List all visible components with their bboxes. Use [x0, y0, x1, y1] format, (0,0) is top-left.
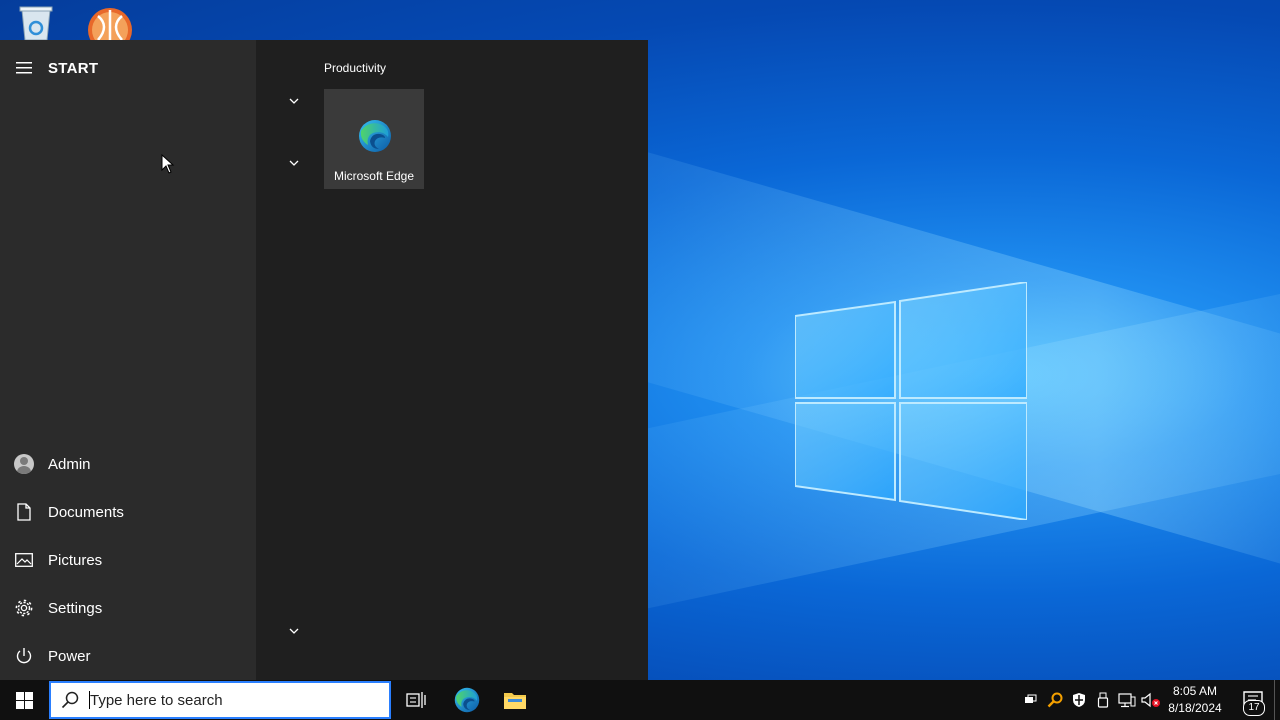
mouse-cursor-icon [161, 154, 175, 174]
show-desktop-button[interactable] [1274, 680, 1280, 720]
recycle-bin-icon[interactable] [14, 4, 58, 40]
chevron-down-icon [289, 98, 299, 104]
start-button[interactable] [0, 680, 48, 720]
tray-security-shield-icon[interactable] [1069, 690, 1089, 710]
tray-meet-now-icon[interactable] [1021, 690, 1041, 710]
edge-icon [454, 687, 480, 713]
search-icon [61, 691, 79, 709]
windows-wallpaper-logo [795, 282, 1027, 520]
power-icon [16, 648, 32, 664]
collapse-group-chevron[interactable] [284, 621, 304, 641]
start-menu-sidebar: START Admin Documents Pictures Settings … [0, 40, 256, 680]
tile-label: Microsoft Edge [333, 169, 415, 183]
taskbar: 8:05 AM 8/18/2024 17 [0, 680, 1280, 720]
gear-icon [15, 599, 33, 617]
tray-usb-icon[interactable] [1093, 690, 1113, 710]
taskbar-search-box[interactable] [49, 681, 391, 719]
taskbar-edge-button[interactable] [443, 680, 491, 720]
notification-count-badge: 17 [1243, 700, 1265, 716]
tray-network-icon[interactable] [1117, 690, 1137, 710]
taskbar-file-explorer-button[interactable] [491, 680, 539, 720]
tray-search-app-icon[interactable] [1045, 690, 1065, 710]
sidebar-item-documents[interactable]: Documents [0, 488, 256, 536]
collapse-group-chevron[interactable] [284, 153, 304, 173]
hamburger-menu-button[interactable] [0, 54, 48, 82]
sidebar-item-label: Pictures [48, 551, 103, 569]
document-icon [17, 503, 31, 521]
start-menu: START Admin Documents Pictures Settings … [0, 40, 648, 680]
tile-group-title[interactable]: Productivity [324, 61, 386, 75]
sidebar-item-admin[interactable]: Admin [0, 440, 256, 488]
user-avatar-icon [14, 454, 34, 474]
task-view-button[interactable] [392, 680, 440, 720]
search-input[interactable] [90, 691, 370, 709]
start-menu-title: START [48, 59, 99, 77]
hamburger-icon [16, 62, 32, 74]
pictures-icon [15, 553, 33, 567]
app-shortcut-icon[interactable] [88, 4, 132, 40]
edge-icon [359, 120, 391, 152]
sidebar-item-label: Power [48, 647, 91, 665]
sidebar-item-power[interactable]: Power [0, 632, 256, 680]
chevron-down-icon [289, 160, 299, 166]
windows-icon [15, 691, 33, 709]
sidebar-item-label: Documents [48, 503, 124, 521]
collapse-group-chevron[interactable] [284, 91, 304, 111]
sidebar-item-settings[interactable]: Settings [0, 584, 256, 632]
clock-time: 8:05 AM [1172, 684, 1218, 698]
sidebar-item-label: Admin [48, 455, 91, 473]
chevron-down-icon [289, 628, 299, 634]
clock-date: 8/18/2024 [1168, 701, 1222, 715]
task-view-icon [406, 692, 426, 708]
file-explorer-icon [504, 693, 526, 709]
taskbar-clock[interactable]: 8:05 AM 8/18/2024 [1164, 683, 1226, 717]
sidebar-item-pictures[interactable]: Pictures [0, 536, 256, 584]
sidebar-item-label: Settings [48, 599, 103, 617]
tile-microsoft-edge[interactable]: Microsoft Edge [324, 89, 424, 189]
tray-volume-muted-icon[interactable] [1141, 690, 1161, 710]
start-menu-header: START [0, 54, 256, 82]
